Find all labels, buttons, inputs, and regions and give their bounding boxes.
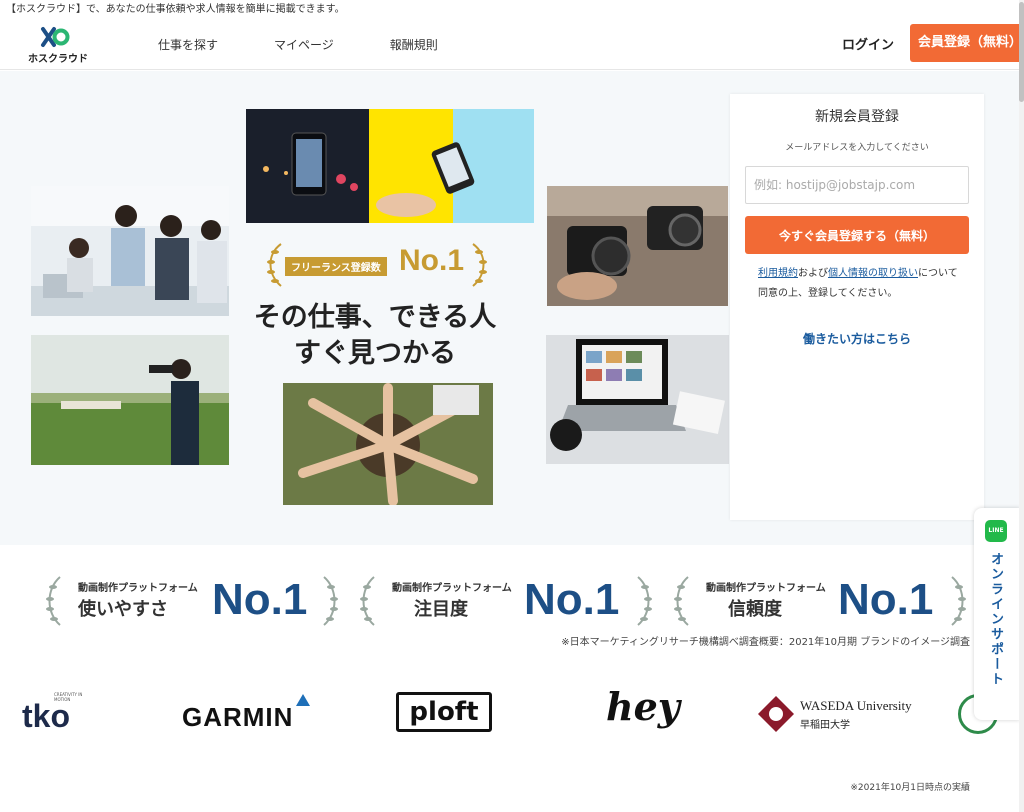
- waseda-emblem-icon: [758, 696, 794, 732]
- hero-headline: その仕事、できる人 すぐ見つかる: [240, 300, 510, 372]
- award-no1: No.1: [212, 575, 308, 624]
- freelancer-no1-badge: フリーランス登録数 No.1: [263, 240, 493, 288]
- client-logos: tko CREATIVITY IN MOTION GARMIN ploft he…: [0, 680, 1024, 750]
- award-big-label: 注目度: [414, 599, 468, 620]
- register-button[interactable]: 会員登録（無料）: [910, 24, 1022, 62]
- signup-subtitle: メールアドレスを入力してください: [785, 143, 929, 153]
- online-support-tab[interactable]: LINE オンラインサポート: [974, 508, 1020, 720]
- logo-garmin: GARMIN: [182, 694, 322, 734]
- logo-text: ホスクラウド: [28, 54, 88, 65]
- site-header: ホスクラウド 仕事を探す マイページ 報酬規則 ログイン 会員登録（無料）: [0, 20, 1024, 70]
- logo-waseda-jp: 早稲田大学: [800, 720, 850, 731]
- nav-find-jobs[interactable]: 仕事を探す: [158, 36, 218, 53]
- footnote: ※2021年10月1日時点の実績: [850, 783, 970, 793]
- photo-smartphones: [246, 109, 534, 223]
- photo-cameras: [547, 186, 728, 306]
- laurel-right-icon: [323, 576, 338, 626]
- scrollbar-track[interactable]: [1019, 0, 1024, 812]
- photo-office-team: [31, 186, 229, 316]
- signup-submit-button[interactable]: 今すぐ会員登録する（無料）: [745, 216, 969, 254]
- terms-text: 利用規約および個人情報の取り扱いについて同意の上、登録してください。: [758, 264, 962, 304]
- photo-binoculars-field: [31, 335, 229, 465]
- main-nav: 仕事を探す マイページ 報酬規則: [158, 36, 438, 53]
- logo-ploft: ploft: [396, 692, 492, 732]
- scrollbar-thumb[interactable]: [1019, 2, 1024, 102]
- line-icon: LINE: [985, 520, 1007, 542]
- nav-fee-rules[interactable]: 報酬規則: [390, 36, 438, 53]
- signup-card: 新規会員登録 メールアドレスを入力してください 今すぐ会員登録する（無料） 利用…: [730, 94, 984, 520]
- terms-and: および: [798, 268, 828, 279]
- award-small-label: 動画制作プラットフォーム: [706, 583, 826, 594]
- logo-waseda-en: WASEDA University: [800, 698, 912, 713]
- email-input[interactable]: [745, 166, 969, 204]
- badge-label: フリーランス登録数: [285, 257, 387, 276]
- terms-link[interactable]: 利用規約: [758, 268, 798, 279]
- award-ease-of-use: 動画制作プラットフォーム 使いやすさ No.1: [44, 573, 344, 629]
- laurel-left-icon: [267, 243, 282, 287]
- garmin-triangle-icon: [296, 694, 310, 706]
- laurel-left-icon: [674, 576, 689, 626]
- laurel-left-icon: [46, 576, 61, 626]
- site-logo[interactable]: ホスクラウド: [26, 26, 90, 66]
- laurel-left-icon: [360, 576, 375, 626]
- logo-tko: tko CREATIVITY IN MOTION: [22, 690, 102, 740]
- award-trust: 動画制作プラットフォーム 信頼度 No.1: [672, 573, 972, 629]
- logo-hey: hey: [606, 684, 686, 744]
- laurel-right-icon: [637, 576, 652, 626]
- award-small-label: 動画制作プラットフォーム: [78, 583, 198, 594]
- logo-mark-icon: [41, 27, 70, 47]
- logo-garmin-text: GARMIN: [182, 702, 294, 732]
- award-small-label: 動画制作プラットフォーム: [392, 583, 512, 594]
- online-support-label: オンラインサポート: [988, 552, 1003, 687]
- logo-hey-text: hey: [606, 684, 680, 729]
- nav-my-page[interactable]: マイページ: [274, 36, 334, 53]
- logo-tko-text: tko: [22, 698, 70, 734]
- award-no1: No.1: [838, 575, 934, 624]
- award-no1: No.1: [524, 575, 620, 624]
- award-big-label: 使いやすさ: [78, 599, 168, 620]
- award-attention: 動画制作プラットフォーム 注目度 No.1: [358, 573, 658, 629]
- logo-waseda: WASEDA University 早稲田大学: [758, 694, 918, 734]
- laurel-right-icon: [951, 576, 966, 626]
- hero-headline-line1: その仕事、できる人: [253, 302, 497, 333]
- worker-signup-link[interactable]: 働きたい方はこちら: [730, 330, 984, 347]
- logo-ploft-text: ploft: [409, 697, 479, 727]
- photo-laptop-photos: [546, 335, 729, 464]
- badge-no1: No.1: [399, 244, 465, 277]
- hero-headline-line2: すぐ見つかる: [294, 338, 456, 369]
- laurel-right-icon: [472, 243, 487, 287]
- logo-tko-tagline: CREATIVITY IN MOTION: [54, 692, 83, 702]
- award-survey-note: ※日本マーケティングリサーチ機構調べ調査概要：2021年10月期 ブランドのイメ…: [561, 637, 970, 648]
- top-announcement: 【ホスクラウド】で、あなたの仕事依頼や求人情報を簡単に掲載できます。: [6, 4, 345, 15]
- login-link[interactable]: ログイン: [842, 34, 894, 53]
- award-big-label: 信頼度: [728, 599, 782, 620]
- awards-section: 動画制作プラットフォーム 使いやすさ No.1 動画制作プラットフォーム 注目度…: [0, 545, 1024, 655]
- signup-title: 新規会員登録: [815, 109, 899, 125]
- photo-team-hands: [283, 383, 493, 505]
- privacy-link[interactable]: 個人情報の取り扱い: [828, 268, 918, 279]
